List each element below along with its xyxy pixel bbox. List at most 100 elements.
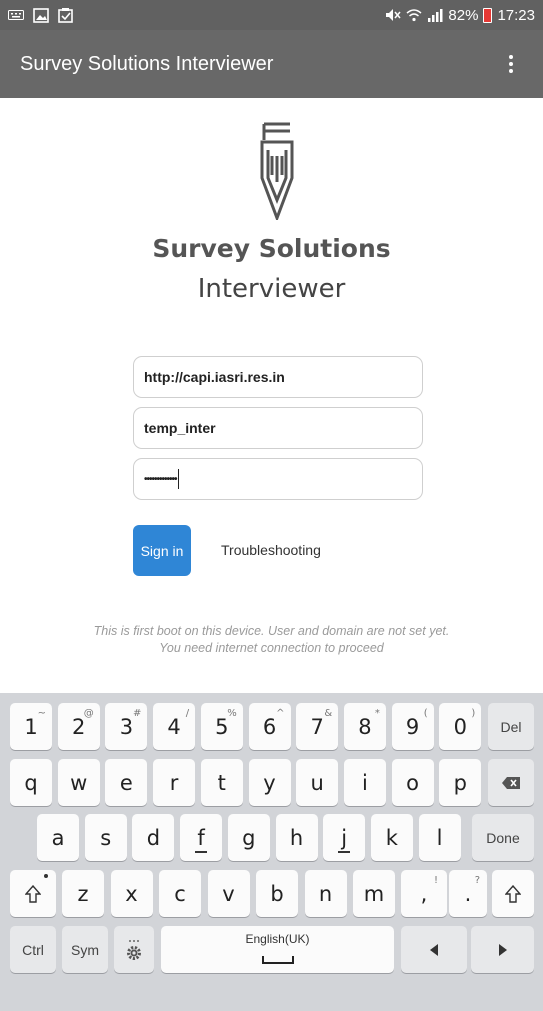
key-b[interactable]: b bbox=[256, 870, 298, 917]
key-n[interactable]: n bbox=[304, 870, 347, 917]
screen: 82% 17:23 Survey Solutions Interviewer S… bbox=[0, 0, 543, 1011]
first-boot-note: This is first boot on this device. User … bbox=[0, 623, 543, 657]
key-o-label: o bbox=[406, 770, 420, 795]
key-z[interactable]: z bbox=[62, 870, 104, 917]
server-url-field[interactable]: http://capi.iasri.res.in bbox=[133, 356, 423, 398]
key-dot[interactable]: . ? bbox=[449, 870, 487, 917]
key-r[interactable]: r bbox=[153, 759, 196, 806]
battery-icon bbox=[483, 7, 493, 23]
shift-icon bbox=[505, 884, 521, 903]
key-m-label: m bbox=[363, 881, 385, 906]
key-shift-right[interactable] bbox=[492, 870, 534, 917]
key-3-sup: # bbox=[133, 708, 142, 719]
key-4[interactable]: 4/ bbox=[153, 703, 196, 750]
key-ctrl[interactable]: Ctrl bbox=[10, 926, 56, 973]
password-field[interactable]: ••••••••••••• bbox=[133, 458, 423, 500]
status-bar: 82% 17:23 bbox=[0, 0, 543, 30]
key-9[interactable]: 9( bbox=[391, 703, 434, 750]
key-a-label: a bbox=[51, 825, 65, 850]
key-o[interactable]: o bbox=[391, 759, 434, 806]
key-t[interactable]: t bbox=[200, 759, 243, 806]
key-l[interactable]: l bbox=[418, 814, 461, 861]
key-8[interactable]: 8 * bbox=[343, 703, 386, 750]
overflow-menu-icon[interactable] bbox=[499, 48, 523, 80]
key-j[interactable]: j bbox=[323, 814, 366, 861]
key-a[interactable]: a bbox=[37, 814, 79, 861]
key-5-sup: % bbox=[227, 708, 237, 719]
username-value: temp_inter bbox=[144, 420, 216, 436]
arrow-right-icon bbox=[498, 943, 507, 956]
key-1-label: 1 bbox=[24, 714, 38, 739]
key-9-label: 9 bbox=[405, 714, 420, 739]
key-1[interactable]: 1 ~ bbox=[10, 703, 52, 750]
key-comma[interactable]: , ! bbox=[401, 870, 447, 917]
troubleshooting-link[interactable]: Troubleshooting bbox=[221, 542, 321, 558]
keyboard-notification-icon bbox=[8, 10, 24, 20]
key-z-label: z bbox=[77, 881, 89, 906]
key-7-label: 7 bbox=[310, 714, 324, 739]
key-i[interactable]: i bbox=[343, 759, 386, 806]
key-7[interactable]: 7 & bbox=[296, 703, 339, 750]
mute-icon bbox=[386, 9, 401, 21]
key-g[interactable]: g bbox=[227, 814, 270, 861]
key-e-label: e bbox=[119, 770, 133, 795]
key-6[interactable]: 6 ^ bbox=[248, 703, 291, 750]
key-p[interactable]: p bbox=[439, 759, 482, 806]
key-9-sup: ( bbox=[423, 708, 428, 719]
key-y[interactable]: y bbox=[248, 759, 291, 806]
key-0[interactable]: 0) bbox=[439, 703, 482, 750]
key-j-label: j bbox=[341, 825, 348, 850]
key-s[interactable]: s bbox=[84, 814, 127, 861]
key-7-sup: & bbox=[324, 708, 333, 719]
key-space[interactable]: English(UK) bbox=[161, 926, 394, 973]
key-e[interactable]: e bbox=[105, 759, 148, 806]
key-settings[interactable] bbox=[114, 926, 154, 973]
key-x[interactable]: x bbox=[110, 870, 153, 917]
key-u[interactable]: u bbox=[296, 759, 339, 806]
sign-in-button[interactable]: Sign in bbox=[133, 525, 191, 576]
key-d[interactable]: d bbox=[132, 814, 175, 861]
key-2-sup: @ bbox=[83, 708, 94, 719]
battery-percent: 82% bbox=[448, 6, 479, 24]
key-3[interactable]: 3 # bbox=[105, 703, 148, 750]
clipboard-notification-icon bbox=[58, 8, 73, 23]
key-dot-label: . bbox=[464, 881, 472, 906]
key-8-label: 8 bbox=[358, 714, 372, 739]
gallery-notification-icon bbox=[33, 7, 49, 23]
key-s-label: s bbox=[100, 825, 112, 850]
key-f-label: f bbox=[197, 825, 205, 850]
key-2[interactable]: 2 @ bbox=[57, 703, 100, 750]
key-comma-sup: ! bbox=[433, 875, 438, 886]
key-f[interactable]: f bbox=[180, 814, 223, 861]
username-field[interactable]: temp_inter bbox=[133, 407, 423, 449]
key-backspace[interactable] bbox=[488, 759, 534, 806]
key-0-label: 0 bbox=[453, 714, 467, 739]
key-4-sup: / bbox=[185, 708, 190, 719]
app-title: Survey Solutions Interviewer bbox=[20, 52, 274, 75]
key-6-label: 6 bbox=[262, 714, 277, 739]
key-delete[interactable]: Del bbox=[488, 703, 534, 750]
key-m[interactable]: m bbox=[353, 870, 395, 917]
wifi-icon bbox=[406, 9, 422, 22]
key-w[interactable]: w bbox=[57, 759, 100, 806]
key-3-label: 3 bbox=[119, 714, 134, 739]
key-h[interactable]: h bbox=[275, 814, 318, 861]
key-v[interactable]: v bbox=[207, 870, 250, 917]
arrow-left-icon bbox=[430, 943, 438, 956]
clock: 17:23 bbox=[497, 6, 535, 24]
key-sym[interactable]: Sym bbox=[62, 926, 108, 973]
first-boot-note-line2: You need internet connection to proceed bbox=[159, 641, 384, 655]
key-shift-left[interactable] bbox=[10, 870, 56, 917]
key-5[interactable]: 5% bbox=[200, 703, 243, 750]
key-y-label: y bbox=[263, 770, 276, 795]
key-arrow-left[interactable] bbox=[401, 926, 467, 973]
key-k[interactable]: k bbox=[370, 814, 413, 861]
key-h-label: h bbox=[289, 825, 304, 850]
key-arrow-right[interactable] bbox=[471, 926, 534, 973]
key-q-label: q bbox=[24, 770, 38, 795]
key-c[interactable]: c bbox=[159, 870, 201, 917]
key-l-label: l bbox=[436, 825, 443, 850]
key-done[interactable]: Done bbox=[472, 814, 534, 861]
key-q[interactable]: q bbox=[10, 759, 52, 806]
first-boot-note-line1: This is first boot on this device. User … bbox=[93, 624, 450, 638]
